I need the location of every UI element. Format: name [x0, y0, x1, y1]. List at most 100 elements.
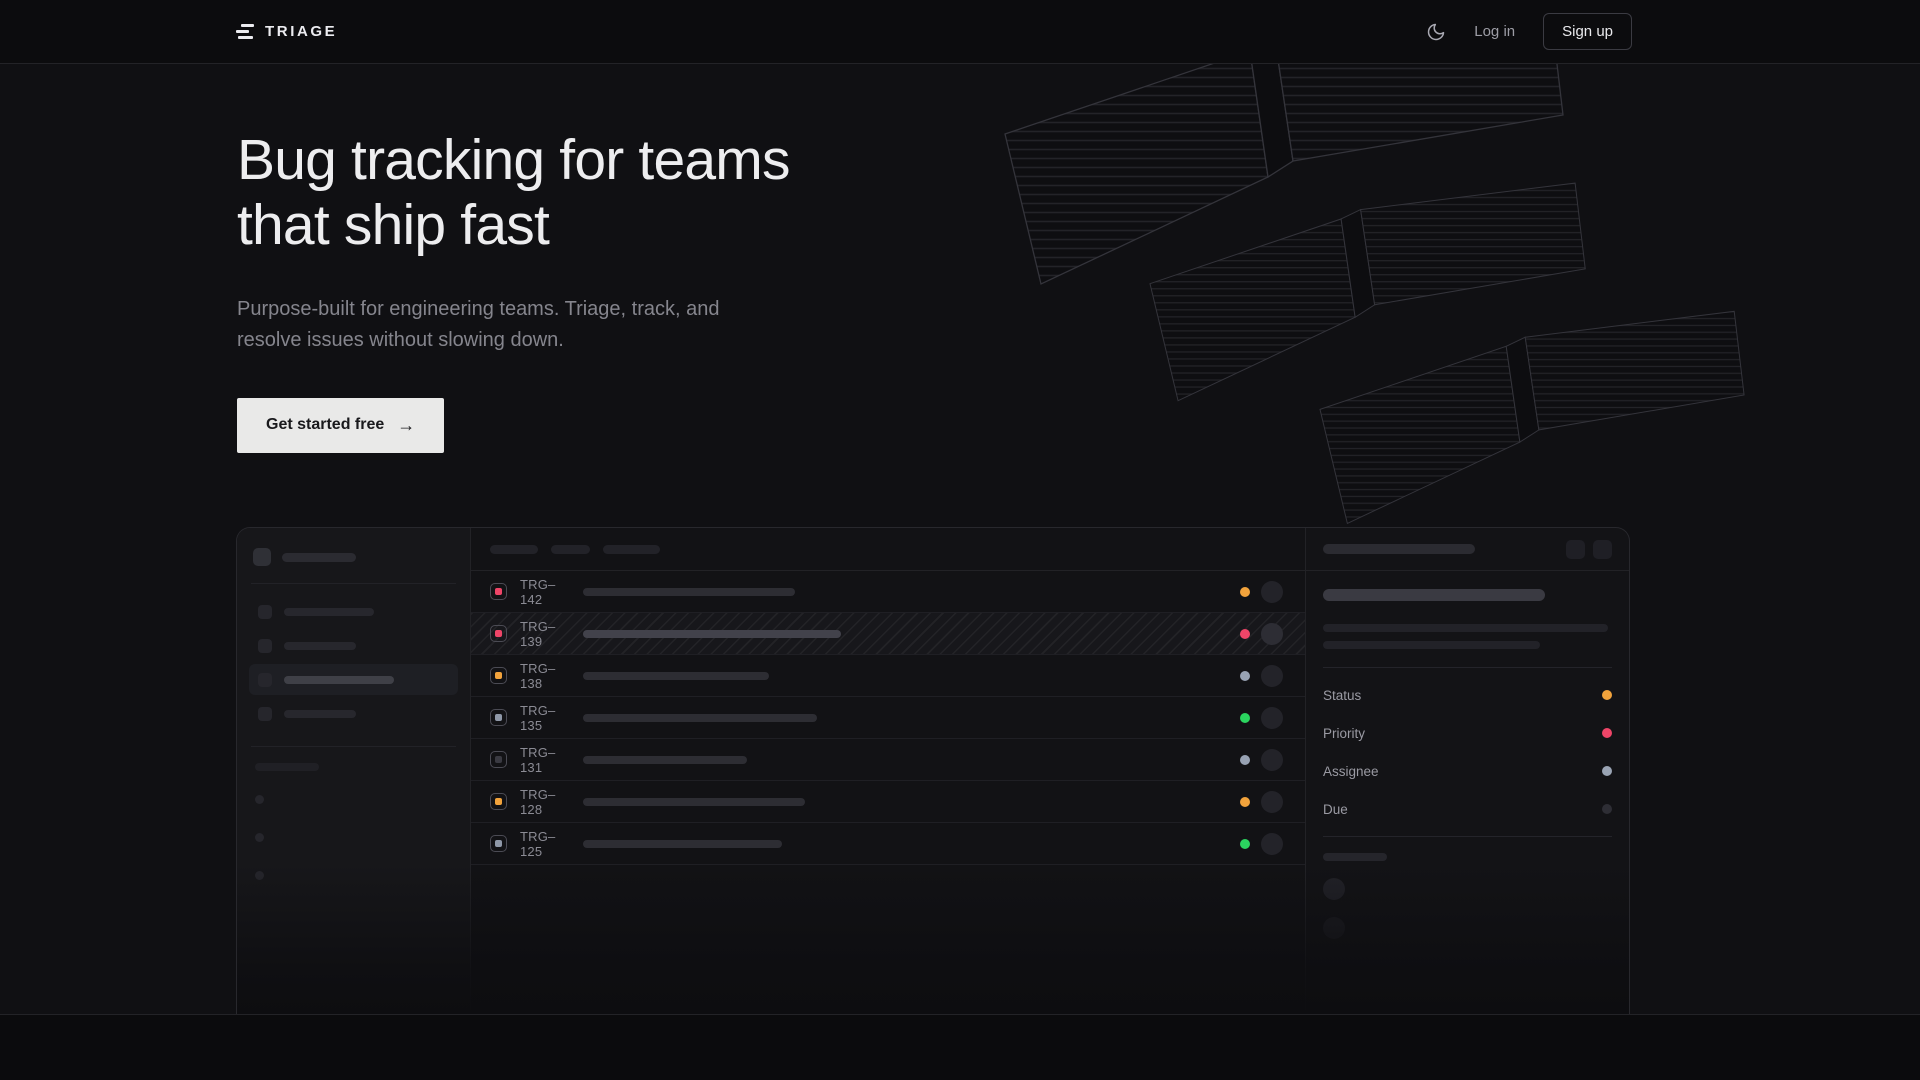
sidebar-dot-placeholder [255, 871, 264, 880]
property-row[interactable]: Assignee [1323, 752, 1612, 790]
priority-icon [490, 667, 507, 684]
sidebar-item[interactable] [249, 664, 458, 695]
mock-sidebar [237, 528, 471, 1014]
filter-pill[interactable] [551, 545, 590, 554]
issue-row[interactable]: TRG–125 [471, 823, 1305, 865]
issue-row[interactable]: TRG–131 [471, 739, 1305, 781]
hero-subtitle: Purpose-built for engineering teams. Tri… [237, 294, 790, 356]
property-row[interactable]: Status [1323, 676, 1612, 714]
assignee-avatar [1261, 791, 1283, 813]
moon-icon [1426, 22, 1446, 42]
sidebar-nav [253, 596, 454, 729]
triage-logo-icon [236, 24, 254, 39]
description-line-placeholder [1323, 624, 1608, 632]
status-dot [1240, 839, 1250, 849]
status-dot [1240, 587, 1250, 597]
assignee-avatar [1261, 665, 1283, 687]
footer-band [0, 1014, 1920, 1080]
sidebar-item-label-placeholder [284, 642, 356, 650]
filter-pill[interactable] [603, 545, 660, 554]
issue-title-bar-placeholder [583, 630, 841, 638]
sidebar-section-label-placeholder [255, 763, 319, 771]
sidebar-dot-placeholder [255, 795, 264, 804]
sidebar-item-icon [258, 605, 272, 619]
issue-id: TRG–138 [520, 661, 574, 691]
hero-subtitle-line2: resolve issues without slowing down. [237, 329, 564, 351]
status-dot [1240, 713, 1250, 723]
assignee-avatar [1261, 707, 1283, 729]
issue-row[interactable]: TRG–142 [471, 571, 1305, 613]
issue-row[interactable]: TRG–135 [471, 697, 1305, 739]
assignee-avatar [1261, 833, 1283, 855]
issue-title-bar-placeholder [583, 840, 782, 848]
topbar-actions: Log in Sign up [1426, 13, 1632, 50]
panel-action-button[interactable] [1566, 540, 1585, 559]
issue-id: TRG–135 [520, 703, 574, 733]
assignee-avatar [1261, 581, 1283, 603]
property-row[interactable]: Priority [1323, 714, 1612, 752]
status-dot [1240, 629, 1250, 639]
panel-action-button[interactable] [1593, 540, 1612, 559]
signup-button[interactable]: Sign up [1543, 13, 1632, 50]
brand-name: TRIAGE [265, 23, 337, 40]
sidebar-divider [251, 746, 456, 747]
issue-id: TRG–139 [520, 619, 574, 649]
sidebar-dot-list [253, 795, 454, 880]
issue-title-bar-placeholder [583, 798, 805, 806]
sidebar-item-label-placeholder [284, 608, 374, 616]
app-preview-window: TRG–142 TRG–139 TRG–138 TRG–135 TRG–131 [236, 527, 1630, 1014]
panel-header [1306, 528, 1629, 571]
assignee-avatar [1261, 749, 1283, 771]
workspace-icon [253, 548, 271, 566]
property-value-dot [1602, 766, 1612, 776]
issue-id: TRG–142 [520, 577, 574, 607]
sidebar-item[interactable] [249, 698, 458, 729]
issue-detail-panel: Status Priority Assignee Due [1305, 528, 1629, 1014]
comment-avatar [1323, 917, 1345, 939]
hero-title-line1: Bug tracking for teams [237, 128, 790, 192]
panel-body: Status Priority Assignee Due [1306, 571, 1629, 939]
login-link[interactable]: Log in [1474, 23, 1515, 40]
issue-title-bar-placeholder [583, 588, 795, 596]
issue-list: TRG–142 TRG–139 TRG–138 TRG–135 TRG–131 [471, 571, 1305, 865]
issue-id: TRG–128 [520, 787, 574, 817]
issue-title-placeholder [1323, 589, 1545, 601]
issue-id: TRG–125 [520, 829, 574, 859]
priority-icon [490, 835, 507, 852]
sidebar-item-label-placeholder [284, 676, 394, 684]
brand-logo: TRIAGE [236, 23, 337, 40]
property-label: Assignee [1323, 764, 1379, 779]
comments-section-label-placeholder [1323, 853, 1387, 861]
sidebar-divider [251, 583, 456, 584]
issue-row[interactable]: TRG–138 [471, 655, 1305, 697]
panel-properties: Status Priority Assignee Due [1323, 676, 1612, 828]
issue-row[interactable]: TRG–128 [471, 781, 1305, 823]
property-row[interactable]: Due [1323, 790, 1612, 828]
get-started-button[interactable]: Get started free → [237, 398, 444, 453]
workspace-switcher[interactable] [253, 548, 454, 566]
theme-toggle-button[interactable] [1426, 22, 1446, 42]
status-dot [1240, 671, 1250, 681]
panel-divider [1323, 667, 1612, 668]
sidebar-item[interactable] [249, 596, 458, 627]
sidebar-dot-placeholder [255, 833, 264, 842]
issue-row[interactable]: TRG–139 [471, 613, 1305, 655]
status-dot [1240, 755, 1250, 765]
hero-title: Bug tracking for teams that ship fast [237, 128, 790, 258]
sidebar-item-icon [258, 673, 272, 687]
property-value-dot [1602, 728, 1612, 738]
workspace-name-placeholder [282, 553, 356, 562]
list-toolbar [471, 528, 1305, 571]
issue-title-bar-placeholder [583, 672, 769, 680]
priority-icon [490, 751, 507, 768]
hero-copy: Bug tracking for teams that ship fast Pu… [237, 128, 790, 453]
sidebar-item[interactable] [249, 630, 458, 661]
panel-title-placeholder [1323, 544, 1475, 554]
priority-icon [490, 709, 507, 726]
topbar: TRIAGE Log in Sign up [0, 0, 1920, 64]
priority-icon [490, 583, 507, 600]
hero-section: Bug tracking for teams that ship fast Pu… [0, 64, 1920, 1014]
property-label: Status [1323, 688, 1361, 703]
filter-pill[interactable] [490, 545, 538, 554]
property-label: Priority [1323, 726, 1365, 741]
